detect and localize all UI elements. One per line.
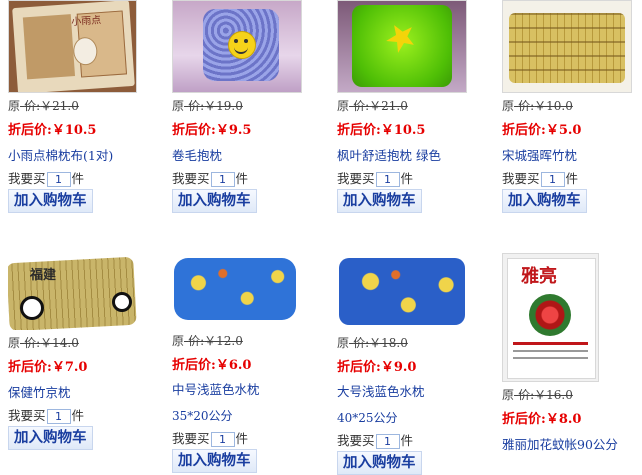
add-to-cart-button[interactable]: 加入购物车 — [172, 449, 257, 473]
product-card: 原-价:￥21.0 折后价:￥10.5 枫叶舒适抱枕 绿色 我要买件 加入购物车 — [337, 0, 487, 213]
discount-price: 折后价:￥9.0 — [337, 360, 417, 375]
product-image-bamboo-pillow[interactable] — [502, 0, 632, 93]
product-name-link[interactable]: 中号浅蓝色水枕 — [172, 383, 260, 397]
product-image-label: 小雨点 — [70, 15, 102, 29]
quantity-input[interactable] — [210, 432, 235, 447]
product-name-link[interactable]: 宋城强晖竹枕 — [502, 149, 577, 163]
discount-price: 折后价:￥8.0 — [502, 412, 582, 427]
quantity-input[interactable] — [46, 409, 71, 424]
quantity-row: 我要买件 — [337, 434, 413, 449]
quantity-row: 我要买件 — [172, 432, 248, 447]
discount-price: 折后价:￥6.0 — [172, 358, 252, 373]
product-card: 原-价:￥18.0 折后价:￥9.0 大号浅蓝色水枕 40*25公分 我要买件 … — [337, 256, 487, 475]
product-card: 原-价:￥10.0 折后价:￥5.0 宋城强晖竹枕 我要买件 加入购物车 — [502, 0, 642, 213]
product-image-water-pillow-large[interactable] — [337, 256, 467, 327]
product-card: 福建 原-价:￥14.0 折后价:￥7.0 保健竹京枕 我要买件 加入购物车 — [8, 256, 158, 450]
product-card: 雅亮 原-价:￥16.0 折后价:￥8.0 雅丽加花蚊帐90公分 — [502, 253, 642, 452]
quantity-row: 我要买件 — [502, 172, 578, 187]
original-price: 原-价:￥12.0 — [172, 334, 243, 348]
quantity-input[interactable] — [210, 172, 235, 187]
quantity-row: 我要买件 — [8, 172, 84, 187]
product-image-mosquito-net[interactable]: 雅亮 — [502, 253, 599, 382]
add-to-cart-button[interactable]: 加入购物车 — [8, 189, 93, 213]
product-image-label: 雅亮 — [521, 266, 557, 287]
quantity-row: 我要买件 — [8, 409, 84, 424]
product-name-link[interactable]: 枫叶舒适抱枕 绿色 — [337, 149, 441, 163]
quantity-input[interactable] — [375, 172, 400, 187]
product-image-pillow-cover[interactable]: 小雨点 — [8, 0, 137, 93]
original-price: 原-价:￥19.0 — [172, 99, 243, 113]
add-to-cart-button[interactable]: 加入购物车 — [172, 189, 257, 213]
product-image-water-pillow-medium[interactable] — [172, 256, 298, 322]
product-name-link[interactable]: 大号浅蓝色水枕 — [337, 385, 425, 399]
original-price: 原-价:￥21.0 — [8, 99, 79, 113]
product-image-label: 福建 — [30, 268, 57, 283]
product-image-maple-pillow[interactable] — [337, 0, 467, 93]
product-card: 原-价:￥19.0 折后价:￥9.5 卷毛抱枕 我要买件 加入购物车 — [172, 0, 322, 213]
quantity-input[interactable] — [540, 172, 565, 187]
original-price: 原-价:￥16.0 — [502, 388, 573, 402]
discount-price: 折后价:￥9.5 — [172, 123, 252, 138]
discount-price: 折后价:￥5.0 — [502, 123, 582, 138]
original-price: 原-价:￥14.0 — [8, 336, 79, 350]
quantity-row: 我要买件 — [337, 172, 413, 187]
product-card: 原-价:￥12.0 折后价:￥6.0 中号浅蓝色水枕 35*20公分 我要买件 … — [172, 256, 322, 473]
quantity-input[interactable] — [46, 172, 71, 187]
product-name-link[interactable]: 保健竹京枕 — [8, 386, 71, 400]
quantity-row: 我要买件 — [172, 172, 248, 187]
product-name-link[interactable]: 卷毛抱枕 — [172, 149, 222, 163]
product-image-bamboo-mat-pillow[interactable]: 福建 — [8, 256, 137, 330]
product-name-link[interactable]: 小雨点棉枕布(1对) — [8, 149, 113, 163]
discount-price: 折后价:￥10.5 — [8, 123, 97, 138]
product-name-link[interactable]: 雅丽加花蚊帐90公分 — [502, 438, 618, 452]
quantity-input[interactable] — [375, 434, 400, 449]
original-price: 原-价:￥10.0 — [502, 99, 573, 113]
add-to-cart-button[interactable]: 加入购物车 — [337, 189, 422, 213]
add-to-cart-button[interactable]: 加入购物车 — [337, 451, 422, 475]
product-size-text: 40*25公分 — [337, 411, 398, 425]
discount-price: 折后价:￥7.0 — [8, 360, 88, 375]
original-price: 原-价:￥18.0 — [337, 336, 408, 350]
product-size-text: 35*20公分 — [172, 409, 233, 423]
discount-price: 折后价:￥10.5 — [337, 123, 426, 138]
add-to-cart-button[interactable]: 加入购物车 — [8, 426, 93, 450]
product-image-fluffy-pillow[interactable] — [172, 0, 302, 93]
add-to-cart-button[interactable]: 加入购物车 — [502, 189, 587, 213]
product-card: 小雨点 原-价:￥21.0 折后价:￥10.5 小雨点棉枕布(1对) 我要买件 … — [8, 0, 158, 213]
original-price: 原-价:￥21.0 — [337, 99, 408, 113]
